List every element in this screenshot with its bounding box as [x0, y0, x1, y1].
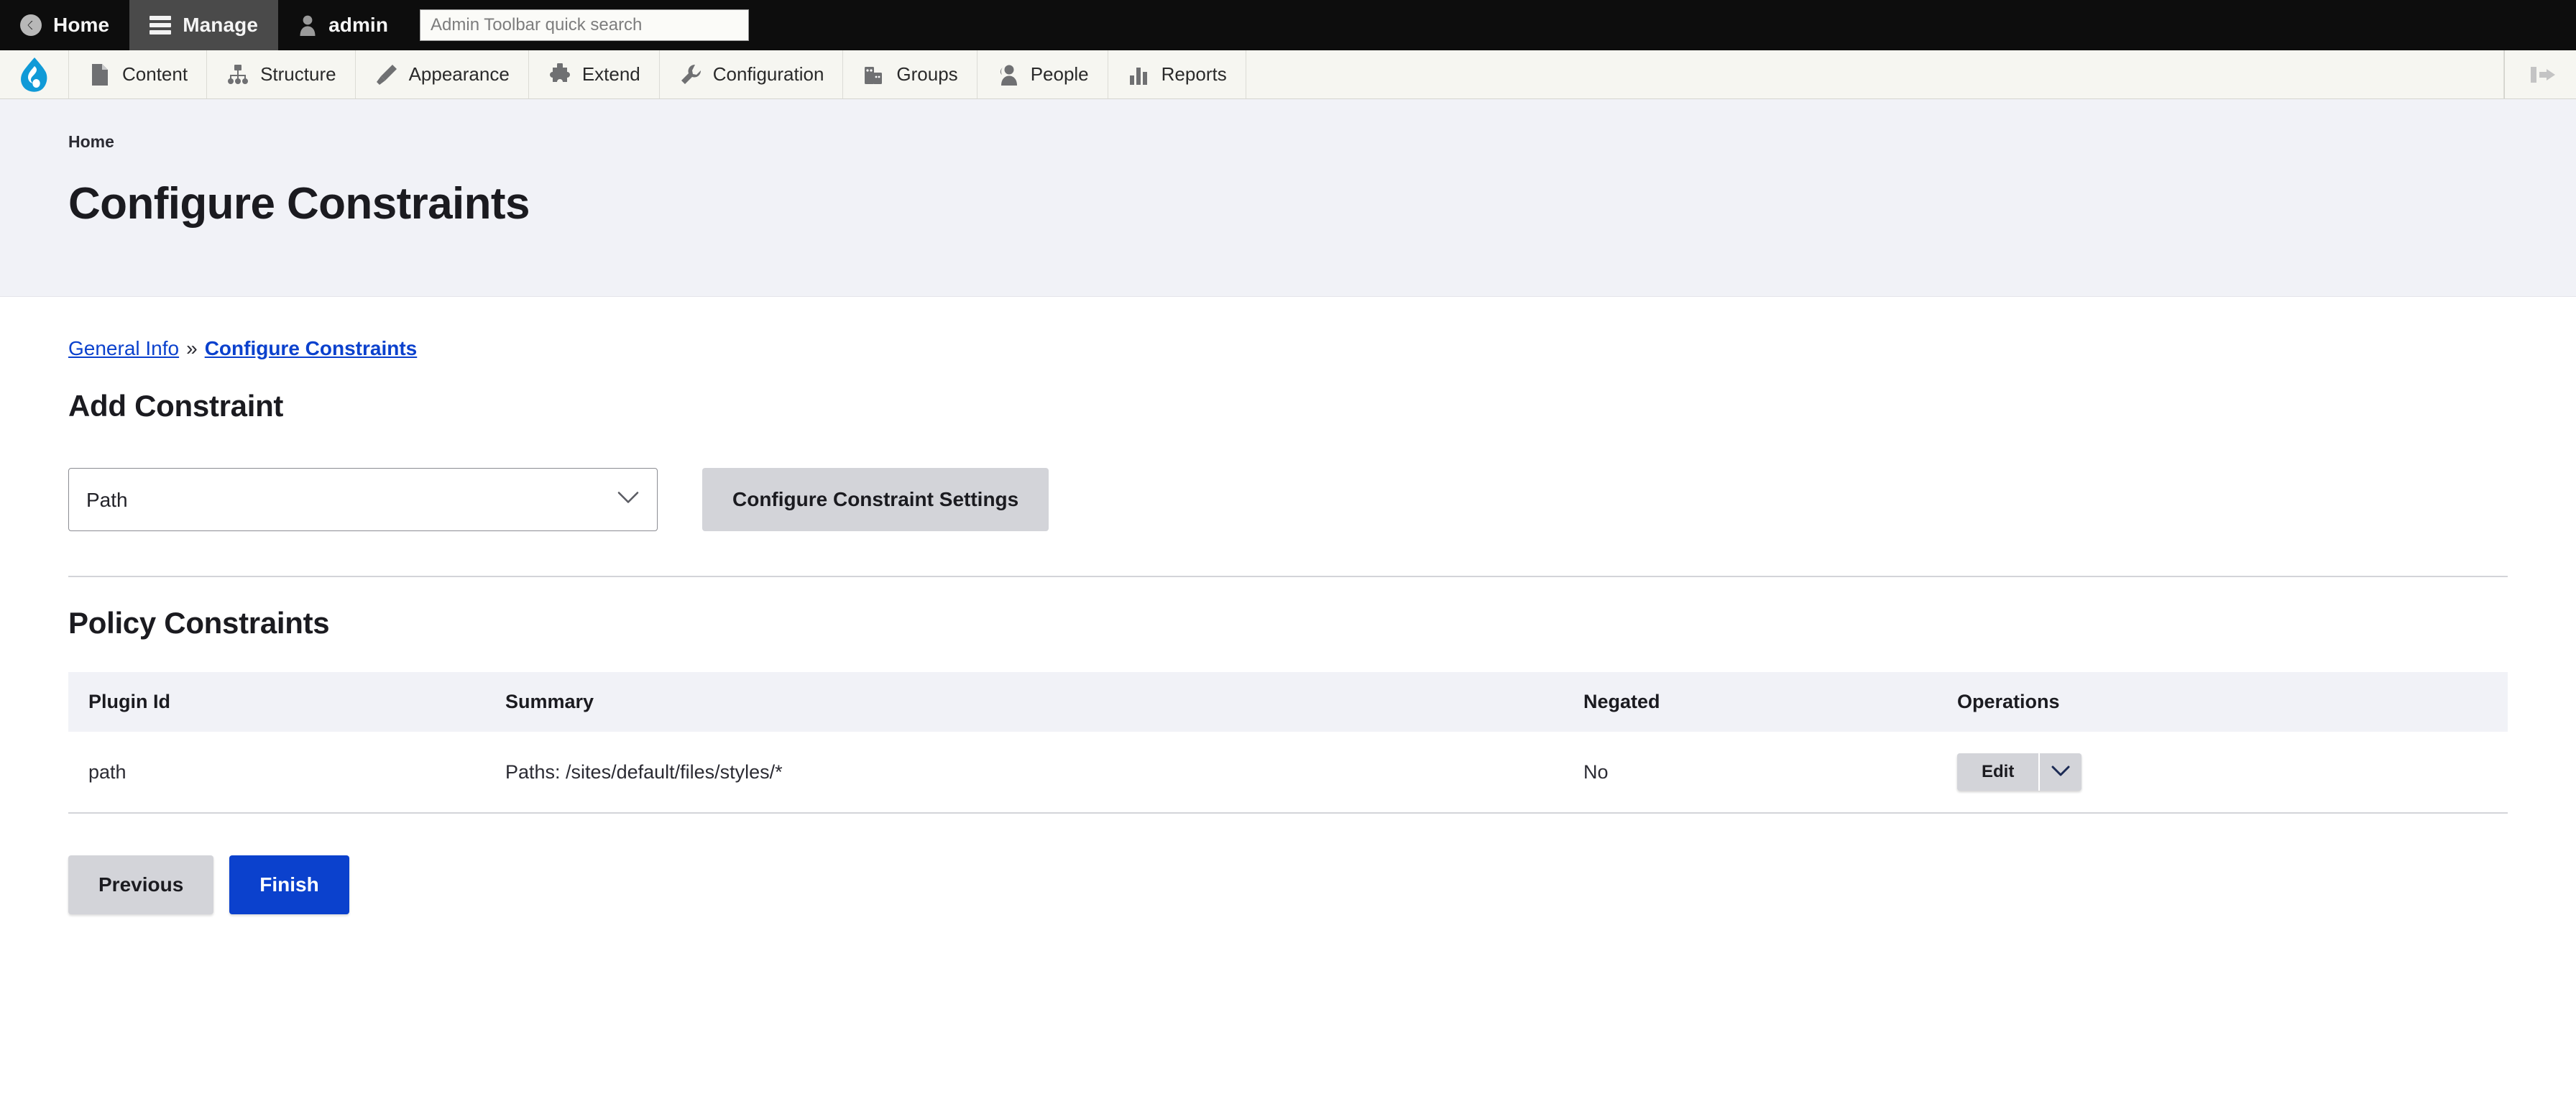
menu-item-structure-label: Structure: [260, 63, 336, 85]
section-divider: [68, 576, 2508, 578]
search-input[interactable]: [420, 9, 750, 41]
admin-toolbar-home-label: Home: [53, 14, 110, 36]
column-header-operations: Operations: [1937, 672, 2508, 732]
column-header-negated: Negated: [1563, 672, 1937, 732]
menu-bar-spacer: [1246, 50, 2504, 98]
menu-item-groups[interactable]: Groups: [843, 50, 978, 98]
main-content: General Info » Configure Constraints Add…: [0, 337, 2576, 957]
wizard-step-configure-constraints[interactable]: Configure Constraints: [205, 337, 418, 360]
file-icon: [88, 63, 112, 87]
page-title: Configure Constraints: [68, 178, 530, 229]
finish-button[interactable]: Finish: [229, 855, 349, 915]
policy-constraints-table: Plugin Id Summary Negated Operations pat…: [68, 672, 2508, 814]
hamburger-icon: [150, 16, 172, 35]
admin-toolbar-home[interactable]: Home: [0, 0, 129, 50]
paintbrush-icon: [374, 63, 399, 87]
admin-menu-bar: Content Structure Appearance Extend Conf…: [0, 50, 2576, 99]
column-header-summary: Summary: [485, 672, 1563, 732]
admin-toolbar-user-label: admin: [328, 14, 389, 36]
person-icon: [298, 14, 317, 36]
menu-item-extend[interactable]: Extend: [529, 50, 660, 98]
cell-negated: No: [1563, 732, 1937, 814]
admin-toolbar-manage[interactable]: Manage: [129, 0, 279, 50]
column-header-plugin-id: Plugin Id: [68, 672, 485, 732]
menu-item-people[interactable]: People: [978, 50, 1108, 98]
menu-item-content-label: Content: [122, 63, 188, 85]
menu-item-people-label: People: [1030, 63, 1089, 85]
cell-plugin-id: path: [68, 732, 485, 814]
table-head: Plugin Id Summary Negated Operations: [68, 672, 2508, 732]
puzzle-piece-icon: [548, 63, 572, 87]
menu-item-groups-label: Groups: [896, 63, 958, 85]
bar-chart-icon: [1127, 63, 1151, 87]
wrench-icon: [678, 63, 703, 87]
add-constraint-heading: Add Constraint: [68, 389, 284, 423]
table-body: path Paths: /sites/default/files/styles/…: [68, 732, 2508, 814]
edit-button[interactable]: Edit: [1957, 753, 2041, 791]
admin-toolbar: Home Manage admin: [0, 0, 2576, 50]
page-header: Home Configure Constraints: [0, 99, 2576, 298]
menu-item-appearance[interactable]: Appearance: [356, 50, 529, 98]
sitemap-icon: [226, 63, 250, 87]
drupal-logo-icon[interactable]: [0, 50, 69, 98]
previous-button[interactable]: Previous: [68, 855, 214, 915]
configure-constraint-settings-button[interactable]: Configure Constraint Settings: [702, 468, 1049, 532]
admin-toolbar-user[interactable]: admin: [278, 0, 408, 50]
menu-item-reports[interactable]: Reports: [1108, 50, 1246, 98]
cell-summary: Paths: /sites/default/files/styles/*: [485, 732, 1563, 814]
plugin-select[interactable]: Path: [68, 468, 658, 532]
plugin-select-wrapper: Path: [68, 468, 658, 532]
policy-constraints-heading: Policy Constraints: [68, 606, 330, 640]
operations-dropbutton: Edit: [1957, 753, 2082, 791]
table-row: path Paths: /sites/default/files/styles/…: [68, 732, 2508, 814]
cell-operations: Edit: [1937, 732, 2508, 814]
admin-toolbar-manage-label: Manage: [183, 14, 259, 36]
table-header-row: Plugin Id Summary Negated Operations: [68, 672, 2508, 732]
wizard-step-trail: General Info » Configure Constraints: [68, 337, 2508, 360]
chevron-down-icon: [2051, 766, 2070, 779]
home-back-icon: [20, 14, 42, 36]
admin-toolbar-search-wrapper: [408, 0, 750, 50]
wizard-step-general-info[interactable]: General Info: [68, 337, 179, 360]
person-icon: [996, 63, 1021, 87]
menu-item-content[interactable]: Content: [69, 50, 208, 98]
dropbutton-toggle[interactable]: [2040, 753, 2082, 791]
wizard-step-separator: »: [186, 337, 198, 360]
breadcrumb[interactable]: Home: [68, 132, 2576, 152]
menu-item-appearance-label: Appearance: [408, 63, 510, 85]
menu-item-reports-label: Reports: [1161, 63, 1227, 85]
menu-item-configuration[interactable]: Configuration: [660, 50, 844, 98]
form-actions: Previous Finish: [68, 855, 2508, 957]
menu-item-extend-label: Extend: [581, 63, 640, 85]
vertical-orientation-toggle-icon[interactable]: [2504, 50, 2576, 98]
add-constraint-controls: Path Configure Constraint Settings: [68, 468, 2508, 532]
menu-item-configuration-label: Configuration: [712, 63, 824, 85]
people-group-icon: [862, 63, 886, 87]
menu-item-structure[interactable]: Structure: [207, 50, 356, 98]
